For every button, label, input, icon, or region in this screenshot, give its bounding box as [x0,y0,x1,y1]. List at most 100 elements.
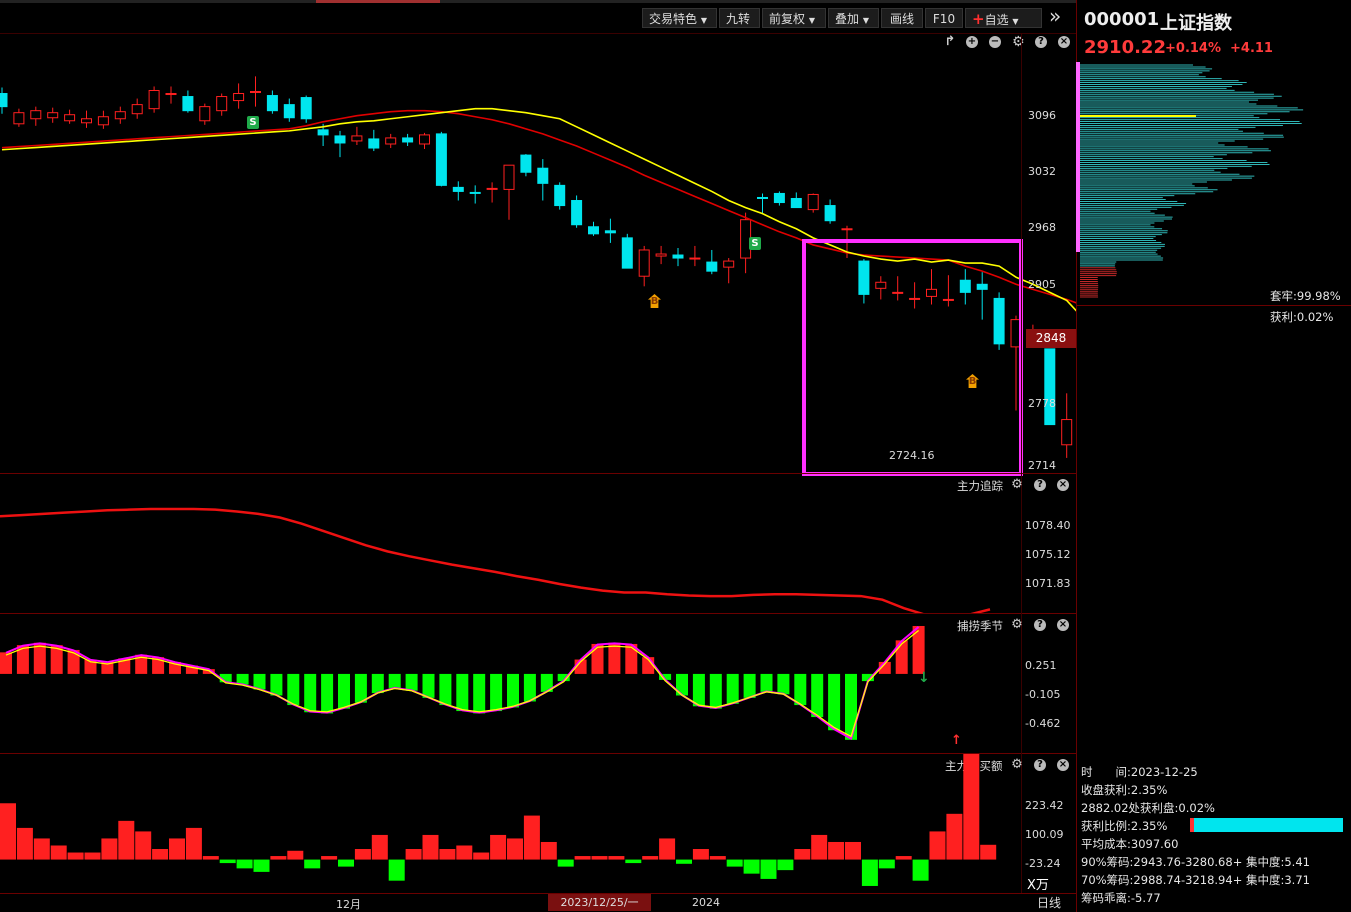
adjust-menu[interactable]: 前复权 ▼ [762,8,826,28]
help-icon[interactable]: ? [1034,619,1046,631]
candle-body [114,111,126,120]
net-buy-bar [963,754,980,860]
expand-icon[interactable]: » [1049,4,1061,28]
x-axis-label: 2024 [692,896,720,909]
net-buy-bar [828,841,845,860]
draw-button[interactable]: 画线 [881,8,923,28]
period-selector[interactable]: 日线 [1022,894,1076,912]
fishing-season-chart: ↓↑ [0,625,962,748]
down-arrow-icon: ↓ [918,670,930,686]
candle-body [13,112,25,125]
indicator-tick: 1071.83 [1025,577,1071,590]
close-icon[interactable]: × [1057,479,1069,491]
tab-strip-line [0,0,1076,3]
net-buy-bar [388,859,405,881]
net-buy-bar [507,838,523,860]
help-icon[interactable]: ? [1034,759,1046,771]
net-buy-bar [202,856,219,860]
fishing-bar [405,673,418,691]
price-tick: 2778 [1028,397,1056,410]
net-buy-bar [540,841,557,860]
info-chip-deviation: 筹码乖离:-5.77 [1081,891,1161,905]
net-buy-bar [84,852,101,860]
overlay-menu[interactable]: 叠加 ▼ [828,8,879,28]
highlight-box [802,239,1023,476]
adjust-label: 前复权 [769,12,806,26]
fishing-bar [794,673,807,706]
fishing-bar [456,673,469,712]
watchlist-label: 自选 [984,13,1009,27]
draw-label: 画线 [889,12,914,26]
fishing-bar [709,673,722,709]
candle-body [0,93,8,108]
net-buy-bar [473,852,490,860]
net-buy-bar [439,849,456,860]
candle-body [672,254,684,259]
stock-name: 上证指数 [1160,13,1232,34]
watchlist-button[interactable]: +自选 ▼ [965,8,1042,28]
candle-body [283,104,295,119]
net-buy-bar [743,859,760,874]
info-profit-ratio: 获利比例:2.35% [1081,819,1168,833]
candle-body [790,197,802,209]
net-buy-bar [895,856,912,860]
price-tick: 3096 [1028,109,1056,122]
sell-signal-icon: S [247,116,259,129]
fishing-bar [371,673,384,694]
dropdown-arrow-icon: ▼ [862,16,869,25]
net-buy-chart [0,754,997,886]
trade-feature-menu[interactable]: 交易特色 ▼ [642,8,717,28]
net-buy-bar [219,859,236,864]
info-avg-cost: 平均成本:3097.60 [1081,837,1179,851]
candle-body [182,96,194,112]
candle-body [571,200,583,226]
candle-body [334,135,346,144]
net-buy-bar [16,827,33,860]
jiuzhuan-label: 九转 [726,12,751,26]
net-buy-bar [709,856,726,860]
info-price-profit: 2882.02处获利盘:0.02% [1081,801,1215,815]
candle-body [300,97,312,120]
plus-icon: + [972,10,985,28]
net-buy-bar [101,838,118,860]
jiuzhuan-button[interactable]: 九转 [719,8,760,28]
fishing-bar [692,673,705,707]
net-buy-bar [861,859,878,886]
fishing-bar [304,673,317,713]
net-buy-bar [0,803,16,860]
candle-body [604,230,616,234]
candle-body [807,193,819,211]
fishing-bar [270,673,283,696]
net-buy-bar [185,827,202,860]
candle-body [165,93,177,96]
candle-body [30,110,42,120]
info-70-chips: 70%筹码:2988.74-3218.94+ 集中度:3.71 [1081,873,1310,887]
candle-body [250,90,261,94]
candle-body [199,106,211,122]
f10-button[interactable]: F10 [925,8,963,28]
info-time: 时 间:2023-12-25 [1081,765,1198,779]
close-icon[interactable]: × [1057,619,1069,631]
stock-price: 2910.22 [1084,37,1166,58]
candle-body [351,135,363,142]
net-buy-bar [287,850,304,860]
close-icon[interactable]: × [1057,759,1069,771]
stock-header: 000001 上证指数 2910.22 +0.14% +4.11 [1077,0,1351,62]
x-axis-date-cursor: 2023/12/25/一 [548,894,651,911]
candle-body [419,134,430,145]
candle-body [216,96,228,112]
net-buy-bar [980,844,997,860]
net-buy-bar [169,838,185,860]
help-icon[interactable]: ? [1034,479,1046,491]
profit-ratio-fill [1190,818,1194,832]
candle-body [317,129,329,136]
net-buy-bar [557,859,574,867]
chip-distribution-chart [1076,62,1304,298]
net-buy-bar [152,849,169,860]
active-tab-line [316,0,440,3]
candle-body [841,228,853,231]
fishing-bar [507,673,519,708]
trapped-ratio: 套牢:99.98% [1270,289,1341,303]
candle-body [368,138,380,149]
fishing-bar [338,673,350,709]
